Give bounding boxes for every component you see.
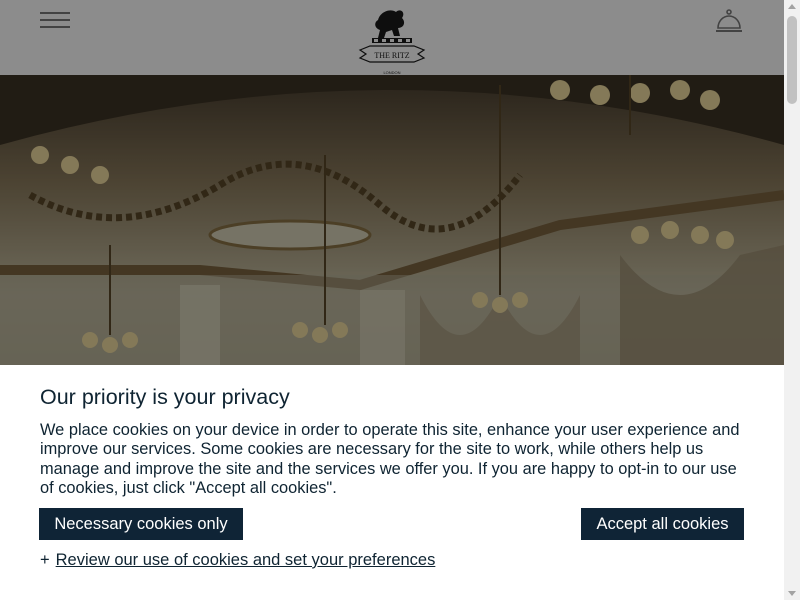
necessary-cookies-button[interactable]: Necessary cookies only — [39, 508, 243, 540]
cookie-banner-title: Our priority is your privacy — [40, 385, 290, 409]
accept-all-cookies-button[interactable]: Accept all cookies — [581, 508, 744, 540]
cookie-consent-banner: Our priority is your privacy We place co… — [0, 365, 784, 600]
cookie-banner-body: We place cookies on your device in order… — [40, 421, 740, 497]
scroll-up-arrow-icon[interactable] — [788, 4, 796, 9]
review-cookie-preferences-link[interactable]: Review our use of cookies and set your p… — [56, 551, 436, 569]
plus-icon: + — [40, 551, 50, 569]
scrollbar-thumb[interactable] — [787, 16, 797, 104]
page-scrollbar[interactable] — [784, 0, 800, 600]
scroll-down-arrow-icon[interactable] — [788, 591, 796, 596]
page: THE RITZ LONDON Our priority is your pri… — [0, 0, 784, 600]
review-preferences-row: + Review our use of cookies and set your … — [40, 551, 435, 570]
